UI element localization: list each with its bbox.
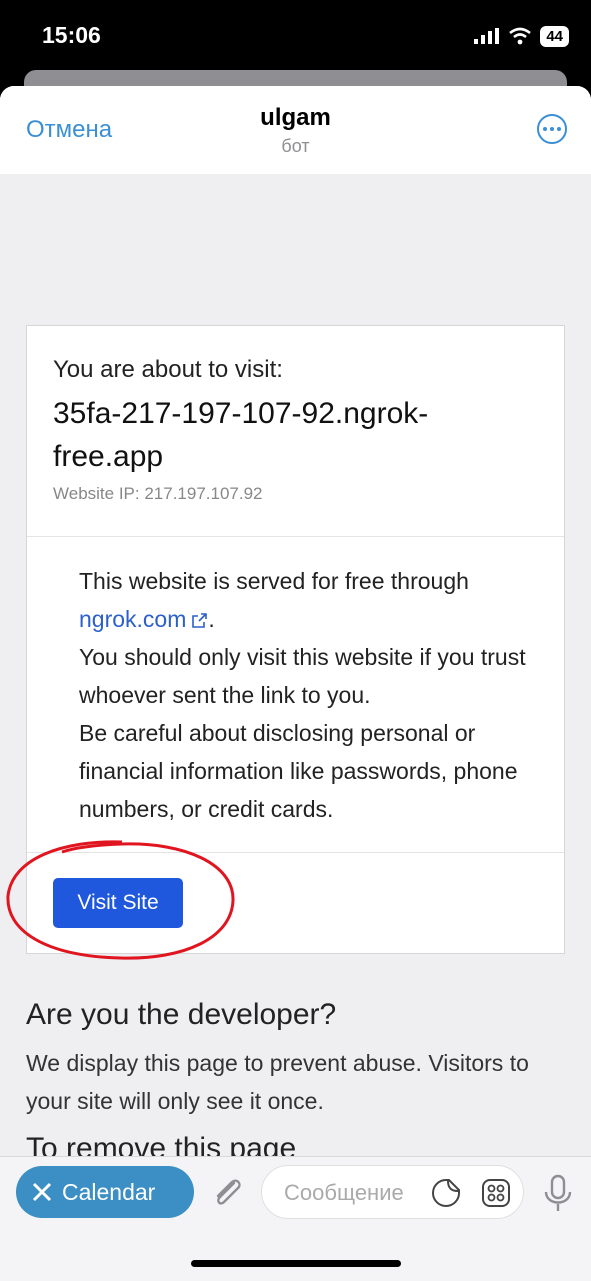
- warning-text: This website is served for free through …: [79, 562, 549, 828]
- visit-info-section: You are about to visit: 35fa-217-197-107…: [27, 326, 564, 537]
- message-input[interactable]: [282, 1176, 426, 1210]
- close-icon: [32, 1182, 52, 1202]
- warning-section: This website is served for free through …: [27, 536, 564, 853]
- status-bar: 15:06 44: [0, 0, 591, 70]
- link-period: .: [208, 606, 215, 632]
- calendar-label: Calendar: [62, 1178, 156, 1205]
- battery-icon: 44: [540, 25, 569, 47]
- visit-host: 35fa-217-197-107-92.ngrok-free.app: [53, 397, 429, 473]
- developer-text: We display this page to prevent abuse. V…: [26, 1050, 529, 1114]
- about-to-visit-label: You are about to visit:: [53, 356, 283, 383]
- warning-line-3: Be careful about disclosing personal or …: [79, 720, 518, 822]
- bot-title: ulgam: [260, 104, 331, 131]
- warning-line-1: This website is served for free through: [79, 568, 469, 594]
- sheet-header: Отмена ulgam бот: [0, 86, 591, 174]
- external-link-icon: [192, 613, 208, 628]
- webapp-sheet: Отмена ulgam бот You are about to visit:…: [0, 86, 591, 1280]
- message-field: [261, 1165, 524, 1219]
- ngrok-warning-card: You are about to visit: 35fa-217-197-107…: [26, 325, 565, 954]
- home-indicator: [191, 1260, 401, 1267]
- paperclip-icon[interactable]: [208, 1173, 246, 1211]
- more-options-icon[interactable]: [537, 114, 567, 144]
- calendar-button[interactable]: Calendar: [16, 1166, 194, 1218]
- website-ip: Website IP: 217.197.107.92: [53, 484, 263, 503]
- cellular-signal-icon: [474, 28, 500, 44]
- microphone-icon[interactable]: [541, 1173, 575, 1213]
- warning-line-2: You should only visit this website if yo…: [79, 644, 526, 708]
- visit-site-button[interactable]: Visit Site: [53, 878, 183, 928]
- emoji-keyboard-icon[interactable]: [481, 1178, 511, 1208]
- bot-subtitle: бот: [281, 136, 310, 156]
- status-time: 15:06: [42, 22, 101, 48]
- wifi-icon: [509, 27, 532, 45]
- ngrok-link[interactable]: ngrok.com: [79, 606, 186, 632]
- status-icons: 44: [474, 22, 569, 50]
- sticker-icon[interactable]: [431, 1178, 461, 1208]
- developer-heading: Are you the developer?: [26, 998, 337, 1031]
